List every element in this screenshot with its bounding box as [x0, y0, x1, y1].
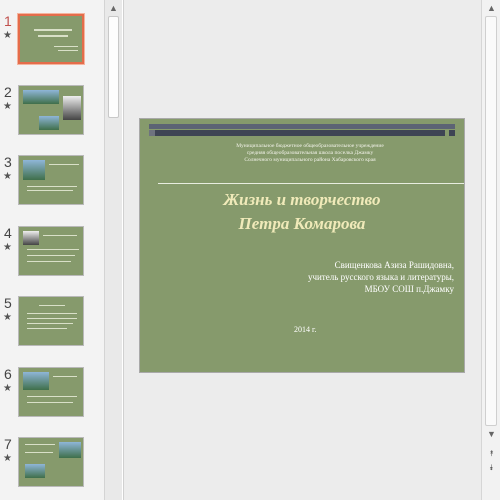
presentation-editor: 1 ★ 2 ★ 3 ★ 4 ★ 5 ★ 6 ★ 7 ★ ▲ Муниципаль… — [0, 0, 500, 500]
institution-line: средняя общеобразовательная школа поселк… — [246, 150, 374, 156]
slide-thumbnail-panel: 1 ★ 2 ★ 3 ★ 4 ★ 5 ★ 6 ★ 7 ★ — [0, 0, 104, 500]
slide-number: 4 — [4, 225, 12, 241]
title-line: Петра Комарова — [238, 214, 366, 233]
thumbnail-preview — [18, 226, 84, 276]
slide-thumbnail-3[interactable]: 3 ★ — [0, 154, 104, 219]
slide-number: 1 — [4, 13, 12, 29]
thumbnail-preview — [18, 367, 84, 417]
slide-thumbnail-2[interactable]: 2 ★ — [0, 84, 104, 149]
thumbnail-scrollbar[interactable]: ▲ — [104, 0, 122, 500]
slide-title: Жизнь и творчество Петра Комарова — [140, 188, 464, 236]
scroll-up-icon[interactable]: ▲ — [107, 2, 120, 14]
slide-number: 7 — [4, 436, 12, 452]
animation-star-icon: ★ — [3, 453, 12, 464]
slide-thumbnail-7[interactable]: 7 ★ — [0, 436, 104, 501]
previous-slide-icon[interactable]: ⯭ — [485, 448, 498, 460]
slide-number: 2 — [4, 84, 12, 100]
slide-number: 5 — [4, 295, 12, 311]
animation-star-icon: ★ — [3, 101, 12, 112]
author-line: Свищенкова Азиза Рашидовна, — [334, 260, 454, 270]
scroll-down-icon[interactable]: ▼ — [485, 428, 498, 440]
institution-line: Солнечного муниципального района Хабаров… — [244, 157, 376, 163]
slide-thumbnail-1[interactable]: 1 ★ — [0, 13, 104, 78]
slide-number: 3 — [4, 154, 12, 170]
divider-line — [158, 183, 464, 184]
slide-editor-area: Муниципальное бюджетное общеобразователь… — [123, 0, 481, 500]
slide-thumbnail-5[interactable]: 5 ★ — [0, 295, 104, 360]
scroll-thumb[interactable] — [108, 16, 119, 118]
author-info: Свищенкова Азиза Рашидовна, учитель русс… — [214, 259, 454, 295]
title-line: Жизнь и творчество — [223, 190, 381, 209]
animation-star-icon: ★ — [3, 383, 12, 394]
thumbnail-preview — [18, 155, 84, 205]
slide-thumbnail-6[interactable]: 6 ★ — [0, 366, 104, 431]
author-line: учитель русского языка и литературы, — [307, 272, 454, 282]
slide-number: 6 — [4, 366, 12, 382]
slide-year: 2014 г. — [294, 325, 317, 334]
next-slide-icon[interactable]: ⯯ — [485, 462, 498, 474]
animation-star-icon: ★ — [3, 312, 12, 323]
scroll-up-icon[interactable]: ▲ — [485, 2, 498, 14]
institution-line: Муниципальное бюджетное общеобразователь… — [236, 143, 384, 149]
animation-star-icon: ★ — [3, 171, 12, 182]
current-slide[interactable]: Муниципальное бюджетное общеобразователь… — [140, 119, 464, 372]
thumbnail-preview — [18, 85, 84, 135]
animation-star-icon: ★ — [3, 242, 12, 253]
editor-scrollbar[interactable]: ▲ ▼ ⯭ ⯯ — [481, 0, 500, 500]
slide-thumbnail-4[interactable]: 4 ★ — [0, 225, 104, 290]
scroll-thumb[interactable] — [485, 16, 497, 426]
author-line: МБОУ СОШ п.Джамку — [364, 284, 454, 294]
animation-star-icon: ★ — [3, 30, 12, 41]
decorative-header-bar — [149, 124, 455, 137]
thumbnail-preview — [17, 13, 85, 65]
thumbnail-preview — [18, 296, 84, 346]
thumbnail-preview — [18, 437, 84, 487]
institution-text: Муниципальное бюджетное общеобразователь… — [180, 143, 440, 164]
